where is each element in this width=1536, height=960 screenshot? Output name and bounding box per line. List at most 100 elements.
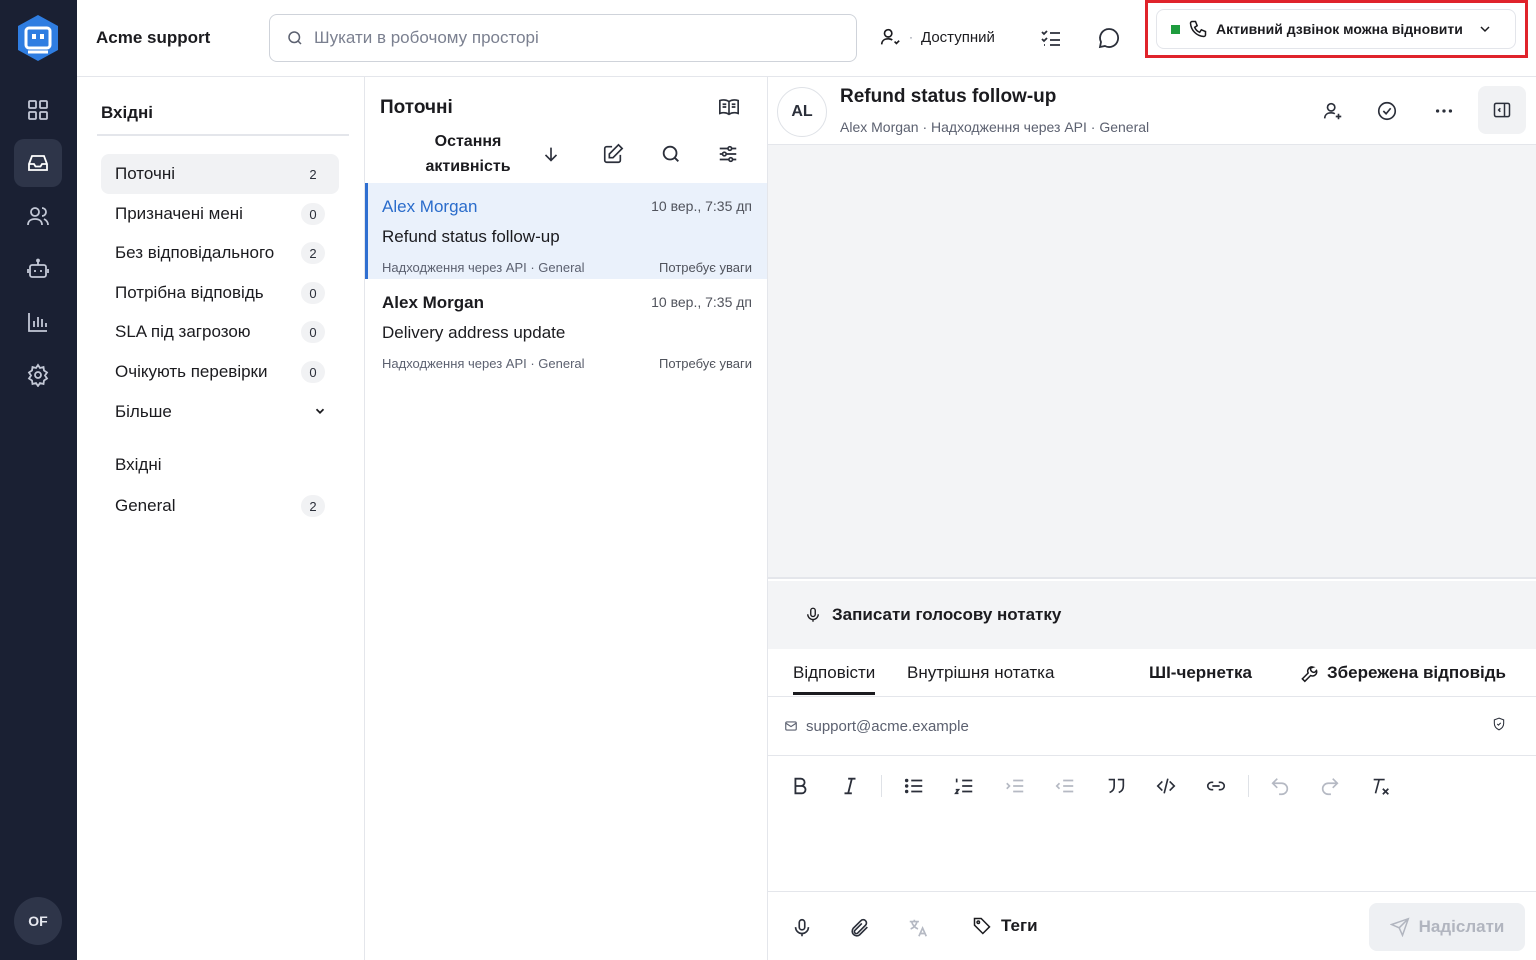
user-status-icon (880, 28, 900, 45)
call-indicator (1171, 24, 1180, 34)
sidebar-title: Вхідні (101, 103, 154, 122)
tab-saved-reply[interactable]: Збережена відповідь (1299, 663, 1506, 683)
user-avatar[interactable]: OF (14, 897, 62, 945)
book-icon[interactable] (718, 96, 740, 118)
availability-status[interactable]: · Доступний (879, 26, 995, 48)
search-icon (288, 31, 302, 45)
phone-icon (1189, 20, 1207, 38)
undo-icon[interactable] (1269, 775, 1291, 797)
quote-icon[interactable] (1105, 775, 1127, 797)
tab-internal-note[interactable]: Внутрішня нотатка (907, 663, 1054, 683)
workspace-name: Acme support (96, 28, 211, 47)
tags-label: Теги (1001, 916, 1038, 935)
settings-icon[interactable] (14, 351, 62, 399)
reports-icon[interactable] (14, 298, 62, 346)
send-label: Надіслати (1418, 917, 1505, 936)
sidebar-item-label: Очікують перевірки (115, 362, 268, 381)
count-badge: 0 (301, 203, 325, 225)
contacts-icon[interactable] (14, 192, 62, 240)
composer-actions: Теги Надіслати (768, 891, 1536, 960)
dashboard-icon[interactable] (14, 86, 62, 134)
app-logo-icon[interactable] (16, 14, 60, 62)
sidebar-item-current[interactable]: Поточні 2 (101, 154, 339, 194)
sidebar-item-more[interactable]: Більше (101, 392, 339, 432)
tab-ai-draft[interactable]: ШІ-чернетка (1149, 663, 1252, 683)
contact-avatar[interactable]: AL (777, 87, 827, 137)
conversation-meta: Надходження через API · General (382, 356, 585, 371)
saved-reply-label: Збережена відповідь (1327, 663, 1506, 682)
count-badge: 0 (301, 282, 325, 304)
bot-icon[interactable] (14, 245, 62, 293)
sidebar-item-sla-risk[interactable]: SLA під загрозою 0 (101, 312, 339, 352)
numbered-list-icon[interactable] (953, 775, 975, 797)
link-icon[interactable] (1205, 775, 1227, 797)
tasks-icon[interactable] (1039, 26, 1063, 50)
message-area (768, 145, 1536, 579)
microphone-icon[interactable] (791, 917, 813, 939)
sidebar-item-general[interactable]: General 2 (101, 486, 339, 526)
inbox-icon[interactable] (14, 139, 62, 187)
list-title: Поточні (380, 97, 453, 118)
conversation-list: Поточні Остання активність Alex Morgan 1… (365, 77, 768, 960)
clear-format-icon[interactable] (1370, 775, 1392, 797)
sidebar-item-label: Поточні (115, 164, 175, 183)
sidebar-divider (97, 134, 349, 136)
reply-composer: Відповісти Внутрішня нотатка ШІ-чернетка… (768, 649, 1536, 960)
voice-note-button[interactable]: Записати голосову нотатку (768, 581, 1536, 649)
count-badge: 2 (301, 242, 325, 264)
conversation-subject: Delivery address update (382, 323, 566, 342)
conversation-subject: Refund status follow-up (382, 227, 560, 246)
conversation-view: AL Refund status follow-up Alex Morgan ·… (768, 77, 1536, 960)
search-box[interactable] (269, 14, 857, 62)
sidebar-item-label: SLA під загрозою (115, 322, 251, 341)
filter-icon[interactable] (717, 143, 739, 165)
sidebar-item-needs-reply[interactable]: Потрібна відповідь 0 (101, 273, 339, 313)
app-rail: OF (0, 0, 77, 960)
active-call-highlight: Активний дзвінок можна відновити (1145, 0, 1528, 58)
list-item[interactable]: Alex Morgan 10 вер., 7:35 дп Delivery ad… (365, 279, 767, 375)
conversation-title: Refund status follow-up (840, 86, 1057, 107)
resolve-icon[interactable] (1376, 100, 1398, 122)
sidebar-item-label: Потрібна відповідь (115, 283, 264, 302)
count-badge: 0 (301, 361, 325, 383)
attention-flag: Потребує уваги (659, 356, 752, 371)
tags-button[interactable]: Теги (972, 916, 1038, 936)
send-button[interactable]: Надіслати (1369, 903, 1525, 951)
attachment-icon[interactable] (849, 917, 871, 939)
sidebar-item-unassigned[interactable]: Без відповідального 2 (101, 233, 339, 273)
translate-icon[interactable] (907, 917, 929, 939)
compose-icon[interactable] (602, 143, 624, 165)
shield-icon[interactable] (1492, 717, 1506, 731)
attention-flag: Потребує уваги (659, 260, 752, 275)
search-input[interactable] (314, 28, 834, 48)
toggle-panel-button[interactable] (1478, 86, 1526, 134)
status-label: Доступний (921, 28, 995, 46)
assign-user-icon[interactable] (1322, 100, 1344, 122)
more-icon[interactable] (1433, 100, 1455, 122)
sidebar-item-label: Призначені мені (115, 204, 243, 223)
sort-arrow-icon[interactable] (540, 143, 562, 165)
bold-icon[interactable] (789, 775, 811, 797)
chat-icon[interactable] (1097, 26, 1121, 50)
sort-label[interactable]: Остання активність (413, 129, 523, 179)
italic-icon[interactable] (839, 775, 861, 797)
sidebar-item-label: Без відповідального (115, 243, 275, 262)
bullet-list-icon[interactable] (903, 775, 925, 797)
list-item[interactable]: Alex Morgan 10 вер., 7:35 дп Refund stat… (365, 183, 767, 279)
from-row[interactable]: support@acme.example (768, 697, 1536, 756)
sidebar-item-label: General (115, 496, 176, 515)
redo-icon[interactable] (1319, 775, 1341, 797)
status-separator: · (909, 30, 913, 44)
sidebar-item-pending-review[interactable]: Очікують перевірки 0 (101, 352, 339, 392)
sidebar-item-assigned[interactable]: Призначені мені 0 (101, 194, 339, 234)
conversation-subtitle: Alex Morgan · Надходження через API · Ge… (840, 119, 1150, 135)
code-icon[interactable] (1155, 775, 1177, 797)
tab-reply[interactable]: Відповісти (793, 663, 876, 695)
inboxes-heading: Вхідні (115, 455, 162, 474)
count-badge: 2 (301, 495, 325, 517)
search-icon[interactable] (660, 143, 682, 165)
from-address: support@acme.example (806, 717, 969, 735)
indent-icon[interactable] (1004, 775, 1026, 797)
outdent-icon[interactable] (1054, 775, 1076, 797)
resume-call-button[interactable]: Активний дзвінок можна відновити (1156, 9, 1516, 49)
